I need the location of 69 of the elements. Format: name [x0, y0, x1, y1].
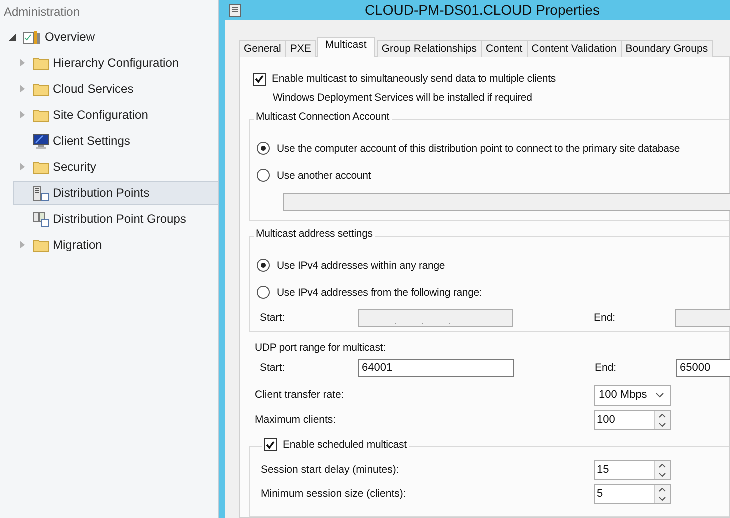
radio-label: Use IPv4 addresses from the following range: — [277, 286, 482, 298]
number-spinner[interactable]: 5 — [594, 484, 671, 504]
field-label: Start: — [260, 362, 286, 374]
ip-address-field[interactable] — [358, 309, 513, 327]
radio-button[interactable] — [257, 286, 270, 299]
expanded-arrow-icon[interactable] — [8, 34, 16, 40]
properties-icon — [229, 4, 241, 16]
tree-item[interactable]: Hierarchy Configuration — [0, 51, 218, 75]
folder-icon — [33, 108, 49, 122]
transfer-rate-dropdown[interactable]: 100 Mbps — [594, 384, 671, 406]
tab[interactable]: Multicast — [317, 37, 375, 57]
field-label: Client transfer rate: — [255, 389, 346, 401]
group-title: Multicast Connection Account — [256, 111, 390, 123]
folder-icon — [33, 160, 49, 174]
spin-up-icon[interactable] — [655, 411, 670, 420]
radio-button[interactable] — [257, 142, 270, 155]
folder-icon — [33, 238, 49, 252]
tab[interactable]: General — [239, 40, 286, 57]
field-label: End: — [593, 312, 617, 324]
tree-item[interactable]: Cloud Services — [0, 77, 218, 101]
monitor-icon — [33, 134, 49, 148]
port-start-field[interactable]: 64001 — [358, 359, 514, 377]
tab[interactable]: Group Relationships — [376, 40, 482, 57]
folder-icon — [33, 82, 49, 96]
spin-down-icon[interactable] — [655, 494, 670, 503]
field-label: End: — [594, 362, 618, 374]
tree-item[interactable]: Overview — [0, 25, 218, 49]
radio-label: Use the computer account of this distribution point to connect to the primary site database — [277, 142, 680, 154]
dialog-title: CLOUD-PM-DS01.CLOUD Properties — [364, 2, 601, 18]
tab[interactable]: PXE — [285, 40, 316, 57]
checkbox-label: Enable multicast to simultaneously send data to multiple clients — [272, 73, 556, 85]
tree-item[interactable]: Distribution Point Groups — [0, 207, 218, 231]
port-end-field[interactable]: 65000 — [676, 359, 730, 377]
folder-icon — [33, 56, 49, 70]
field-label: Maximum clients: — [255, 414, 338, 426]
radio-label: Use IPv4 addresses within any range — [277, 260, 446, 272]
account-field[interactable] — [283, 193, 730, 211]
number-spinner[interactable]: 15 — [594, 460, 671, 480]
tab[interactable]: Content Validation — [526, 40, 622, 57]
tree-item[interactable]: Client Settings — [0, 129, 218, 153]
spin-down-icon[interactable] — [655, 420, 670, 429]
number-spinner[interactable]: 100 — [594, 410, 671, 430]
tab[interactable]: Boundary Groups — [620, 40, 714, 57]
server-group-icon — [33, 212, 49, 226]
tab[interactable]: Content — [480, 40, 528, 57]
tree-item[interactable]: Migration — [0, 233, 218, 257]
info-text: Windows Deployment Services will be installed if required — [273, 92, 532, 104]
spin-down-icon[interactable] — [655, 470, 670, 479]
chevron-down-icon — [656, 392, 664, 398]
radio-button[interactable] — [257, 259, 270, 272]
section-label: UDP port range for multicast: — [255, 342, 386, 354]
checkbox[interactable] — [264, 438, 277, 451]
radio-label: Use another account — [277, 170, 372, 182]
field-label: Start: — [260, 312, 286, 324]
group-title: Multicast address settings — [256, 228, 373, 240]
pane-title: Administration — [3, 4, 82, 21]
tree-item[interactable]: Security — [0, 155, 218, 179]
server-icon — [33, 186, 49, 200]
checkbox-label: Enable scheduled multicast — [283, 438, 407, 450]
field-label: Session start delay (minutes): — [261, 464, 400, 476]
spin-up-icon[interactable] — [655, 461, 670, 470]
ip-address-field[interactable] — [675, 309, 730, 327]
tree-item[interactable]: Site Configuration — [0, 103, 218, 127]
checkbox[interactable] — [253, 72, 266, 86]
spin-up-icon[interactable] — [655, 485, 670, 494]
field-label: Minimum session size (clients): — [261, 488, 408, 500]
tree-item[interactable]: Distribution Points — [13, 181, 218, 205]
radio-button[interactable] — [257, 169, 270, 182]
overview-icon — [23, 30, 41, 44]
